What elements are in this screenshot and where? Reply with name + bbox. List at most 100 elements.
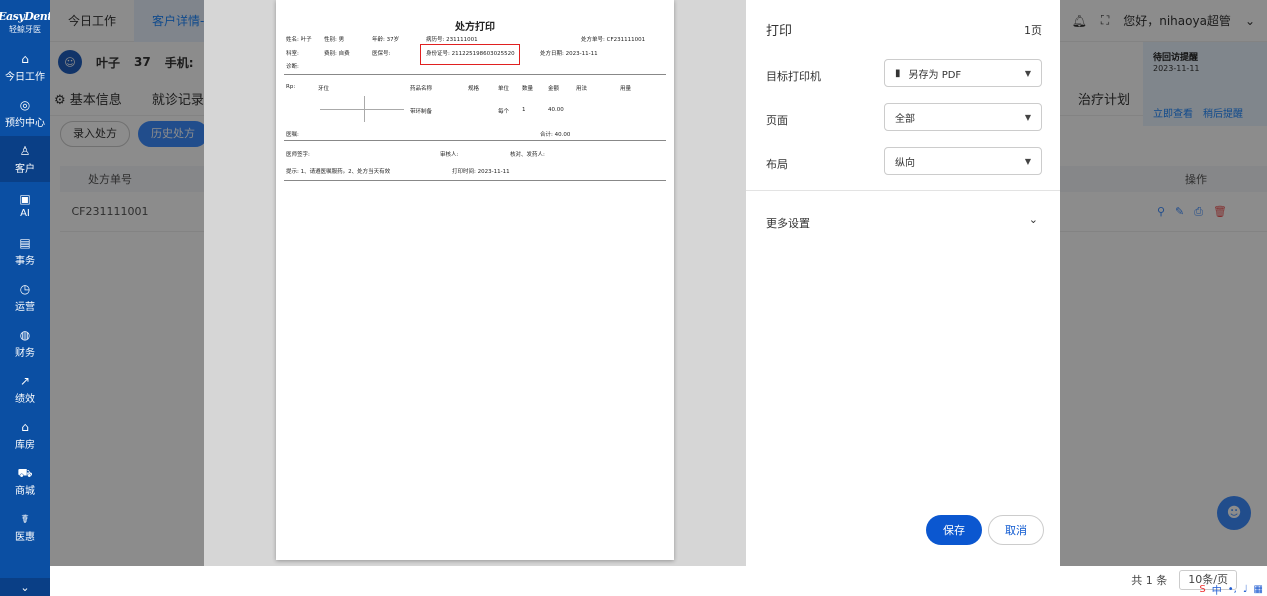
rx-dispenser: 核对、发药人: [510,152,545,158]
caret-down-icon: ▼ [1024,156,1031,166]
collapse-icon[interactable]: ⌄ [0,578,50,596]
rx-fee: 费别: 自费 [324,51,350,57]
sidebar: EasyDent 轻鲸牙医 ⌂ 今日工作 ◎ 预约中心 ♙ 客户 ▣ AI ▤ 事务 ◷ 运营 ◍ 财务 ↗… [0,0,52,596]
panel-divider [746,190,1060,191]
sidebar-item-label: 运营 [15,301,35,313]
rx-tip: 提示: 1、请遵医嘱服药。2、处方当天有效 [286,169,391,175]
col-drug: 药品名称 [410,86,433,92]
sidebar-item-label: 客户 [15,163,35,175]
rx-gender: 性别: 男 [324,37,345,43]
item-amount: 40.00 [548,107,564,113]
col-dosage: 用量 [620,86,632,92]
rx-age: 年龄: 37岁 [372,37,400,43]
rx-diagnosis: 诊断: [286,64,299,70]
home-icon: ⌂ [21,51,29,66]
sidebar-item-doctor[interactable]: ☤ 医惠 [0,504,50,550]
rx-advice: 医嘱: [286,132,299,138]
logo-subtext: 轻鲸牙医 [9,24,41,34]
task-icon: ▤ [19,235,31,250]
user-icon: ♙ [19,143,31,158]
pages-label: 页面 [766,114,788,127]
ime-lang[interactable]: 中 [1212,582,1222,596]
warehouse-icon: ⌂ [21,419,29,434]
sidebar-item-label: 绩效 [15,393,35,405]
sidebar-item-finance[interactable]: ◍ 财务 [0,320,50,366]
rx-total: 合计: 40.00 [540,132,571,138]
ai-icon: ▣ [19,191,31,206]
divider-line [284,74,666,75]
sidebar-item-ai[interactable]: ▣ AI [0,182,50,228]
ime-punct-icon[interactable]: •, [1228,584,1237,595]
sidebar-item-label: 事务 [15,255,35,267]
chart-icon: ↗ [19,373,31,388]
rx-print-time: 打印时间: 2023-11-11 [452,169,510,175]
col-rp: Rp: [286,84,296,90]
printer-select[interactable]: ▮ 另存为 PDF ▼ [884,59,1042,87]
sidebar-item-label: 财务 [15,347,35,359]
pages-value: 全部 [895,113,915,125]
print-panel-title: 打印 [766,24,793,39]
sidebar-item-user[interactable]: ♙ 客户 [0,136,50,182]
sidebar-item-operation[interactable]: ◷ 运营 [0,274,50,320]
sidebar-item-label: 商城 [15,485,35,497]
sidebar-item-label: 预约中心 [5,117,45,129]
rx-dept: 科室: [286,51,299,57]
sidebar-item-cart[interactable]: ⛟ 商城 [0,458,50,504]
caret-down-icon: ▼ [1024,68,1031,78]
col-qty: 数量 [522,86,534,92]
item-unit: 每个 [498,109,510,115]
doctor-icon: ☤ [20,511,30,526]
sidebar-item-label: 今日工作 [5,71,45,83]
sidebar-item-warehouse[interactable]: ⌂ 库房 [0,412,50,458]
operation-icon: ◷ [19,281,31,296]
layout-value: 纵向 [895,157,915,169]
rx-date: 处方日期: 2023-11-11 [540,51,598,57]
finance-icon: ◍ [19,327,31,342]
sidebar-item-home[interactable]: ⌂ 今日工作 [0,44,50,90]
sidebar-item-calendar[interactable]: ◎ 预约中心 [0,90,50,136]
ime-toolbar: S 中 •, ♩ ▦ [1117,582,1267,596]
rx-reviewer: 审核人: [440,152,459,158]
col-amount: 金额 [548,86,560,92]
ime-logo-icon[interactable]: S [1199,584,1205,595]
rx-record-no: 病历号: 231111001 [426,37,478,43]
printer-label: 目标打印机 [766,70,821,83]
calendar-icon: ◎ [19,97,31,112]
rx-insurance: 医保号: [372,51,391,57]
item-qty: 1 [522,107,526,113]
rx-number: 处方单号: CF231111001 [581,37,646,43]
cart-icon: ⛟ [17,465,33,480]
cancel-button[interactable]: 取消 [988,515,1044,545]
sidebar-item-chart[interactable]: ↗ 绩效 [0,366,50,412]
mic-icon[interactable]: ♩ [1243,584,1248,595]
chevron-down-icon[interactable]: ⌄ [1029,213,1038,226]
prescription-title: 处方打印 [455,22,495,33]
sidebar-item-label: AI [20,207,30,219]
divider-line [284,180,666,181]
col-tooth: 牙位 [318,86,330,92]
save-button[interactable]: 保存 [926,515,982,545]
layout-select[interactable]: 纵向 ▼ [884,147,1042,175]
page-count: 1页 [1024,24,1042,37]
col-spec: 规格 [468,86,480,92]
sidebar-item-label: 库房 [15,439,35,451]
item-name: 带环制备 [410,109,433,115]
more-settings-toggle[interactable]: 更多设置 [766,215,810,231]
print-settings-panel: 打印 1页 目标打印机 ▮ 另存为 PDF ▼ 页面 全部 ▼ 布局 纵向 ▼ … [746,0,1060,566]
app-logo[interactable]: EasyDent 轻鲸牙医 [0,0,52,44]
sidebar-item-task[interactable]: ▤ 事务 [0,228,50,274]
sidebar-item-label: 医惠 [15,531,35,543]
tooth-chart-h [320,109,404,110]
pages-select[interactable]: 全部 ▼ [884,103,1042,131]
col-unit: 单位 [498,86,510,92]
keyboard-icon[interactable]: ▦ [1254,584,1263,595]
layout-label: 布局 [766,158,788,171]
col-usage: 用法 [576,86,588,92]
logo-text: EasyDent [0,9,52,23]
divider-line [284,140,666,141]
prescription-paper: 处方打印 姓名: 叶子 性别: 男 年龄: 37岁 病历号: 231111001… [276,0,674,560]
rx-name: 姓名: 叶子 [286,37,312,43]
printer-value: 另存为 PDF [908,69,962,81]
tooth-chart-v [364,96,365,122]
caret-down-icon: ▼ [1024,112,1031,122]
